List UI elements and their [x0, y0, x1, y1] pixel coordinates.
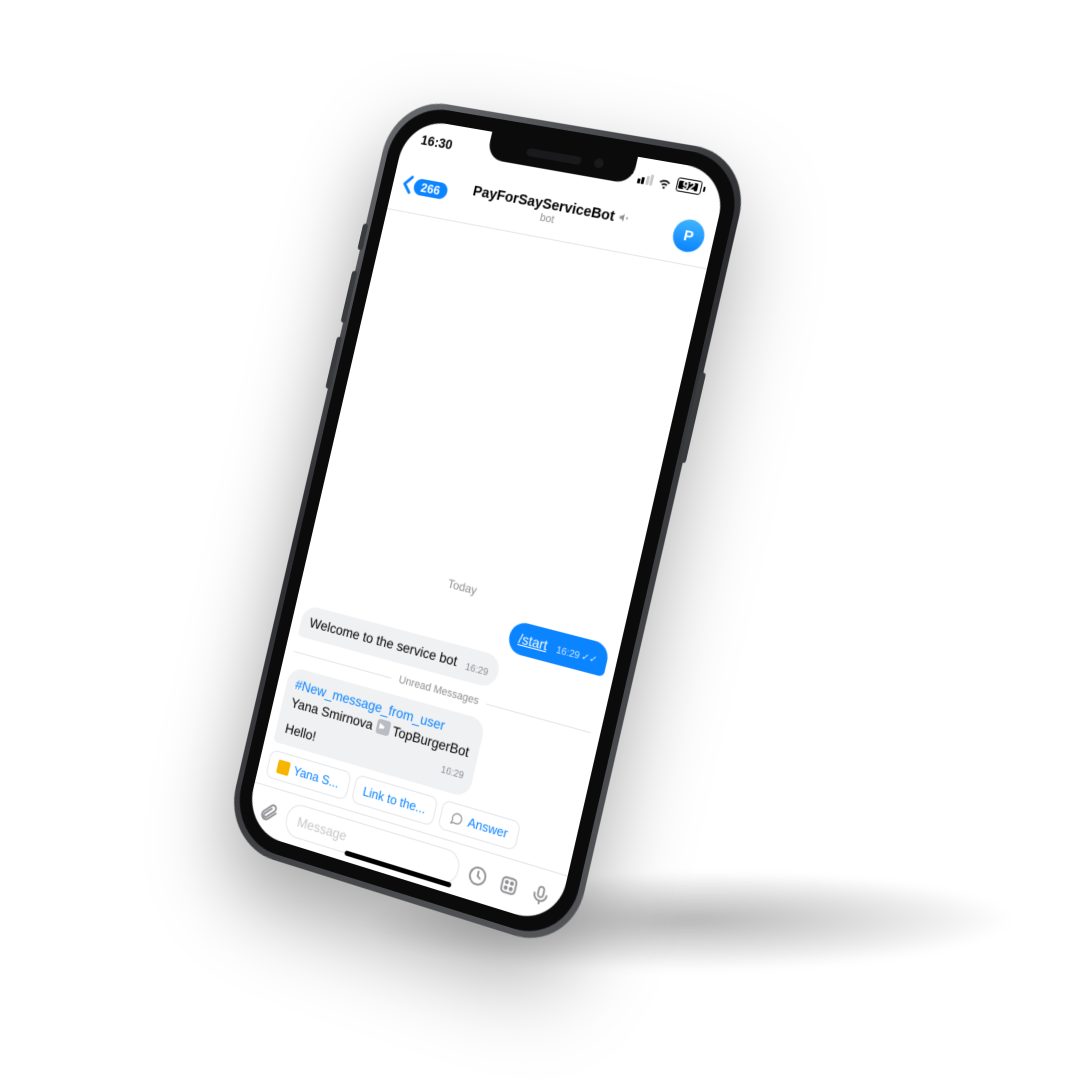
- mic-icon: [528, 881, 554, 909]
- cellular-icon: [636, 172, 654, 186]
- chat-title: PayForSayServiceBot: [471, 182, 616, 224]
- chevron-left-icon: [400, 174, 415, 195]
- wifi-icon: [656, 173, 674, 190]
- phone-mockup: 16:30 92 266 PayForS: [229, 102, 746, 945]
- grid-icon: [496, 872, 521, 900]
- input-placeholder: Message: [296, 813, 349, 843]
- voice-button[interactable]: [525, 879, 555, 912]
- clock-icon: [465, 862, 490, 890]
- unread-count-badge: 266: [412, 177, 449, 199]
- arrow-right-icon: [375, 718, 392, 736]
- bubble-icon: [449, 810, 465, 828]
- battery-indicator: 92: [675, 177, 707, 196]
- chat-avatar[interactable]: P: [670, 217, 708, 254]
- back-button[interactable]: 266: [400, 174, 449, 201]
- commands-button[interactable]: [494, 869, 524, 902]
- status-time: 16:30: [419, 132, 454, 153]
- read-ticks-icon: ✓✓: [580, 650, 599, 668]
- attach-button[interactable]: [255, 797, 283, 829]
